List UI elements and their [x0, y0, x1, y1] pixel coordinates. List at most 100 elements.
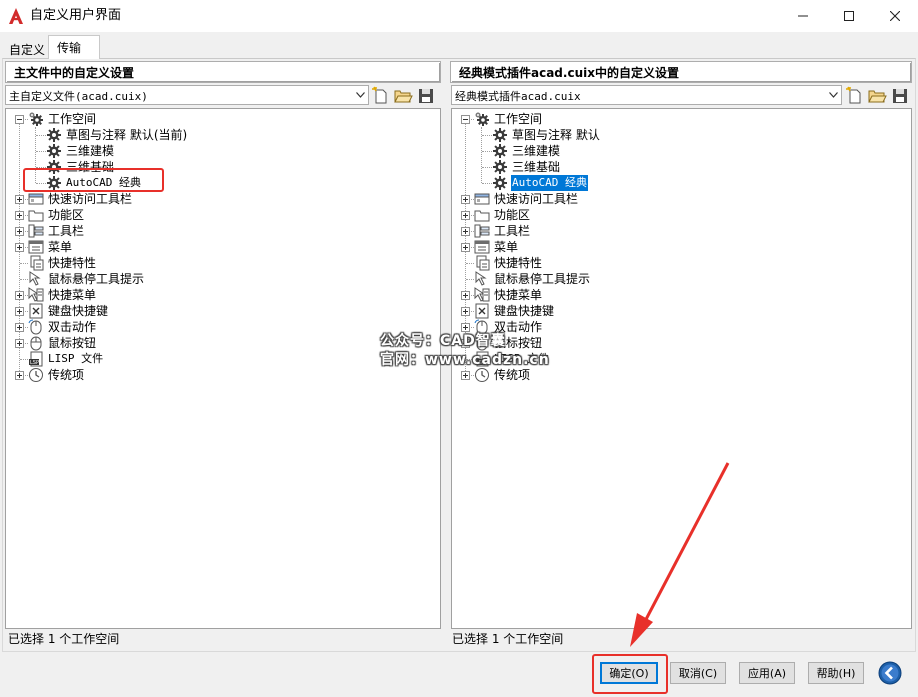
mouse-icon: [28, 335, 44, 351]
apply-button[interactable]: 应用(A): [739, 662, 795, 684]
tree-node-keyboard-shortcuts[interactable]: 键盘快捷键: [28, 303, 109, 319]
lisp-file-icon: LSP: [28, 351, 44, 367]
tree-node-rollover-tooltips[interactable]: 鼠标悬停工具提示: [28, 271, 145, 287]
tree-node-shortcut-menus[interactable]: 快捷菜单: [28, 287, 97, 303]
tree-node-ribbon[interactable]: 功能区: [28, 207, 85, 223]
gear-icon: [492, 127, 508, 143]
collapse-icon[interactable]: [15, 115, 24, 124]
tree-node-workspaces[interactable]: 工作空间: [474, 111, 543, 127]
tree-node-quick-properties[interactable]: 快捷特性: [28, 255, 97, 271]
expand-icon[interactable]: [15, 211, 24, 220]
open-folder-icon[interactable]: [393, 86, 413, 105]
expand-icon[interactable]: [15, 371, 24, 380]
tree-node-toolbars[interactable]: 工具栏: [28, 223, 85, 239]
gear-icon: [46, 127, 62, 143]
tree-node-menus[interactable]: 菜单: [28, 239, 73, 255]
save-icon[interactable]: [416, 86, 436, 105]
tree-node-lisp-files[interactable]: LSP LISP 文件: [28, 351, 104, 367]
tree-node-label: 双击动作: [48, 320, 97, 334]
tree-node-keyboard-shortcuts[interactable]: 键盘快捷键: [474, 303, 555, 319]
expand-icon[interactable]: [461, 307, 470, 316]
tree-node-label: 鼠标悬停工具提示: [48, 272, 145, 286]
expand-icon[interactable]: [15, 291, 24, 300]
tree-node-rollover-tooltips[interactable]: 鼠标悬停工具提示: [474, 271, 591, 287]
keyboard-icon: [474, 303, 490, 319]
expand-icon[interactable]: [461, 211, 470, 220]
watermark-line-2: 官网：www.cadzn.cn: [380, 352, 550, 368]
folder-icon: [474, 207, 490, 223]
tree-node-workspace-item[interactable]: 三维建模: [492, 143, 561, 159]
expand-icon[interactable]: [461, 243, 470, 252]
tree-node-workspace-item[interactable]: 三维建模: [46, 143, 115, 159]
tree-node-double-click-actions[interactable]: 双击动作: [28, 319, 97, 335]
tree-node-ribbon[interactable]: 功能区: [474, 207, 531, 223]
tree-node-legacy[interactable]: 传统项: [28, 367, 85, 383]
highlight-box-ok-button: [592, 654, 668, 694]
tree-connector-line: [482, 167, 492, 168]
tree-node-label: 工作空间: [494, 112, 543, 126]
tree-connector-line: [20, 263, 28, 264]
expand-icon[interactable]: [15, 307, 24, 316]
tree-node-label: 快速访问工具栏: [48, 192, 133, 206]
tree-connector-line: [466, 263, 474, 264]
left-file-select[interactable]: 主自定义文件(acad.cuix): [5, 85, 369, 105]
back-arrow-icon: [878, 661, 902, 685]
tree-node-label: 功能区: [494, 208, 531, 222]
tab-customize[interactable]: 自定义: [4, 37, 50, 58]
new-file-icon[interactable]: [845, 86, 865, 105]
expand-icon[interactable]: [461, 371, 470, 380]
minimize-button[interactable]: [780, 0, 826, 32]
gear-icon: [492, 143, 508, 159]
tree-node-label: 菜单: [494, 240, 519, 254]
toolbar-icon: [474, 191, 490, 207]
tree-node-quick-access-toolbar[interactable]: 快速访问工具栏: [28, 191, 133, 207]
chevron-down-icon[interactable]: [353, 87, 367, 103]
highlight-box-autocad-classic: [23, 168, 164, 192]
expand-icon[interactable]: [15, 195, 24, 204]
menu-icon: [474, 239, 490, 255]
right-file-select-value: 经典模式插件acad.cuix: [455, 90, 581, 103]
tree-node-shortcut-menus[interactable]: 快捷菜单: [474, 287, 543, 303]
expand-icon[interactable]: [15, 339, 24, 348]
collapse-icon[interactable]: [461, 115, 470, 124]
tree-node-mouse-buttons[interactable]: 鼠标按钮: [28, 335, 97, 351]
close-button[interactable]: [872, 0, 918, 32]
collapse-panel-button[interactable]: [878, 661, 902, 685]
tree-node-workspace-item[interactable]: 草图与注释 默认(当前): [46, 127, 188, 143]
tree-node-label: 工作空间: [48, 112, 97, 126]
tree-node-workspace-item[interactable]: AutoCAD 经典: [492, 175, 588, 191]
cancel-button[interactable]: 取消(C): [670, 662, 726, 684]
expand-icon[interactable]: [15, 243, 24, 252]
expand-icon[interactable]: [15, 227, 24, 236]
tree-node-workspace-item[interactable]: 草图与注释 默认: [492, 127, 601, 143]
expand-icon[interactable]: [461, 227, 470, 236]
tree-node-quick-properties[interactable]: 快捷特性: [474, 255, 543, 271]
expand-icon[interactable]: [461, 195, 470, 204]
tree-node-toolbars[interactable]: 工具栏: [474, 223, 531, 239]
tree-node-label: 键盘快捷键: [494, 304, 555, 318]
new-file-icon[interactable]: [371, 86, 391, 105]
expand-icon[interactable]: [15, 323, 24, 332]
tree-node-label: 鼠标按钮: [48, 336, 97, 350]
right-panel-header: 经典模式插件acad.cuix中的自定义设置: [450, 61, 912, 83]
tree-node-workspaces[interactable]: 工作空间: [28, 111, 97, 127]
save-icon[interactable]: [890, 86, 910, 105]
chevron-down-icon[interactable]: [826, 87, 840, 103]
window-title: 自定义用户界面: [30, 8, 122, 23]
right-file-select[interactable]: 经典模式插件acad.cuix: [451, 85, 842, 105]
tab-transfer[interactable]: 传输: [48, 35, 100, 59]
expand-icon[interactable]: [461, 291, 470, 300]
tree-node-workspace-item[interactable]: 三维基础: [492, 159, 561, 175]
open-folder-icon[interactable]: [867, 86, 887, 105]
tree-node-label: 鼠标悬停工具提示: [494, 272, 591, 286]
maximize-button[interactable]: [826, 0, 872, 32]
tree-connector-line: [36, 135, 46, 136]
gear-icon: [492, 159, 508, 175]
tree-node-legacy[interactable]: 传统项: [474, 367, 531, 383]
help-button[interactable]: 帮助(H): [808, 662, 864, 684]
tree-node-menus[interactable]: 菜单: [474, 239, 519, 255]
tree-node-label: LISP 文件: [48, 352, 104, 365]
tree-node-quick-access-toolbar[interactable]: 快速访问工具栏: [474, 191, 579, 207]
tree-connector-line: [36, 151, 46, 152]
tree-node-label: 键盘快捷键: [48, 304, 109, 318]
